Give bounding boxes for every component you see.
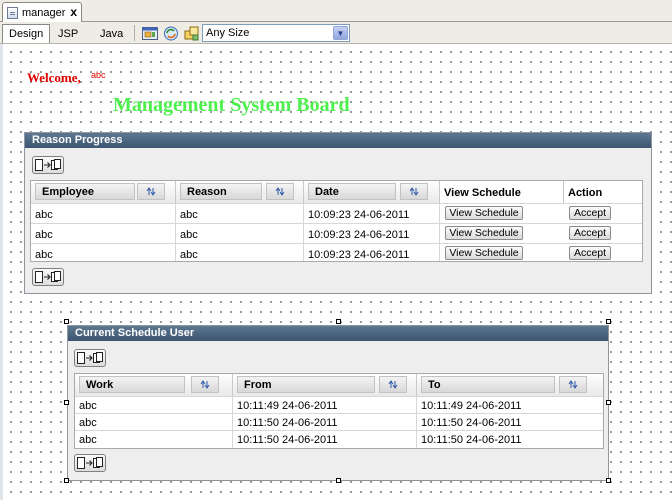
file-tab-manager[interactable]: manager x <box>2 2 82 22</box>
reason-progress-table: Employee Reason Date View Schedule Actio… <box>30 180 643 262</box>
sort-date-button[interactable] <box>400 183 428 200</box>
col-action: Action <box>568 187 603 199</box>
col-reason-label: Reason <box>180 183 262 200</box>
cell-from: 10:11:49 24-06-2011 <box>233 397 417 413</box>
cell-date: 10:09:23 24-06-2011 <box>304 204 440 223</box>
welcome-label: Welcome, <box>27 70 81 85</box>
user-name: abc <box>91 70 106 80</box>
cell-date: 10:09:23 24-06-2011 <box>304 244 440 261</box>
schedule-export-bottom-button[interactable] <box>74 454 106 472</box>
reason-progress-header: Reason Progress <box>25 133 651 148</box>
col-view-schedule: View Schedule <box>440 181 564 203</box>
reason-progress-panel: Reason Progress Employee Reason Date Vie… <box>24 132 652 294</box>
component-layout-icon[interactable] <box>184 26 200 41</box>
view-toolbar: Design JSP Java Any Size ▼ <box>0 22 672 44</box>
size-select[interactable]: Any Size ▼ <box>202 24 350 42</box>
accept-button[interactable]: Accept <box>569 206 611 220</box>
preview-browser-icon[interactable] <box>142 26 158 41</box>
current-schedule-header: Current Schedule User <box>68 326 608 341</box>
sort-arrows-icon <box>146 187 156 196</box>
page-title: Management System Board <box>113 94 350 116</box>
tab-jsp[interactable]: JSP <box>52 24 84 43</box>
cell-to: 10:11:50 24-06-2011 <box>421 417 522 429</box>
table-row: abc abc 10:09:23 24-06-2011 View Schedul… <box>31 203 642 223</box>
cell-reason: abc <box>176 204 304 223</box>
schedule-export-top-button[interactable] <box>74 349 106 367</box>
table-row: abc abc 10:09:23 24-06-2011 View Schedul… <box>31 223 642 243</box>
cell-work: abc <box>75 414 233 430</box>
cell-reason: abc <box>176 244 304 261</box>
col-employee-label: Employee <box>35 183 135 200</box>
sort-work-button[interactable] <box>191 376 219 393</box>
refresh-icon[interactable] <box>163 26 179 41</box>
cell-employee: abc <box>31 244 176 261</box>
export-table-icon <box>35 271 61 283</box>
selection-handle[interactable] <box>64 478 69 483</box>
view-schedule-button[interactable]: View Schedule <box>445 246 523 260</box>
cell-from: 10:11:50 24-06-2011 <box>233 431 417 448</box>
col-to[interactable]: To <box>417 374 603 396</box>
view-schedule-button[interactable]: View Schedule <box>445 226 523 240</box>
cell-employee: abc <box>31 224 176 243</box>
sort-reason-button[interactable] <box>266 183 294 200</box>
col-date-label: Date <box>308 183 396 200</box>
size-select-value: Any Size <box>206 27 250 39</box>
col-date[interactable]: Date <box>304 181 440 203</box>
reason-export-bottom-button[interactable] <box>32 268 64 286</box>
sort-arrows-icon <box>409 187 419 196</box>
col-reason[interactable]: Reason <box>176 181 304 203</box>
cell-reason: abc <box>176 224 304 243</box>
view-schedule-button[interactable]: View Schedule <box>445 206 523 220</box>
sort-arrows-icon <box>568 380 578 389</box>
sort-employee-button[interactable] <box>137 183 165 200</box>
selection-handle[interactable] <box>64 319 69 324</box>
selection-handle[interactable] <box>336 478 341 483</box>
cell-to: 10:11:49 24-06-2011 <box>421 400 522 412</box>
file-icon <box>7 6 18 19</box>
editor-tab-strip: manager x <box>0 0 672 22</box>
current-schedule-table: Work From To abc 10:11:49 24-06-2011 10:… <box>74 373 604 449</box>
cell-to: 10:11:50 24-06-2011 <box>421 434 522 446</box>
accept-button[interactable]: Accept <box>569 226 611 240</box>
col-work-label: Work <box>79 376 185 393</box>
table-row: abc 10:11:50 24-06-2011 10:11:50 24-06-2… <box>75 413 603 430</box>
cell-date: 10:09:23 24-06-2011 <box>304 224 440 243</box>
reason-export-top-button[interactable] <box>32 156 64 174</box>
cell-from: 10:11:50 24-06-2011 <box>233 414 417 430</box>
cell-work: abc <box>75 397 233 413</box>
selection-handle[interactable] <box>606 478 611 483</box>
table-row: abc 10:11:50 24-06-2011 10:11:50 24-06-2… <box>75 430 603 448</box>
col-to-label: To <box>421 376 555 393</box>
toolbar-separator <box>134 25 135 41</box>
sort-arrows-icon <box>388 380 398 389</box>
close-icon[interactable]: x <box>70 5 77 19</box>
cell-employee: abc <box>31 204 176 223</box>
tab-java[interactable]: Java <box>94 24 129 43</box>
export-table-icon <box>77 457 103 469</box>
chevron-down-icon[interactable]: ▼ <box>333 26 348 40</box>
sort-arrows-icon <box>275 187 285 196</box>
file-tab-label: manager <box>22 6 66 19</box>
table-row: abc abc 10:09:23 24-06-2011 View Schedul… <box>31 243 642 261</box>
tab-design[interactable]: Design <box>2 24 51 43</box>
selection-handle[interactable] <box>64 400 69 405</box>
sort-from-button[interactable] <box>379 376 407 393</box>
selection-handle[interactable] <box>336 319 341 324</box>
current-schedule-panel: Current Schedule User Work From To abc 1… <box>67 325 609 481</box>
table-row: abc 10:11:49 24-06-2011 10:11:49 24-06-2… <box>75 396 603 413</box>
selection-handle[interactable] <box>606 319 611 324</box>
cell-work: abc <box>75 431 233 448</box>
accept-button[interactable]: Accept <box>569 246 611 260</box>
design-canvas: Welcome, abc Management System Board Rea… <box>0 44 672 500</box>
col-work[interactable]: Work <box>75 374 233 396</box>
sort-arrows-icon <box>200 380 210 389</box>
col-from-label: From <box>237 376 375 393</box>
col-employee[interactable]: Employee <box>31 181 176 203</box>
sort-to-button[interactable] <box>559 376 587 393</box>
col-from[interactable]: From <box>233 374 417 396</box>
export-table-icon <box>77 352 103 364</box>
selection-handle[interactable] <box>606 400 611 405</box>
export-table-icon <box>35 159 61 171</box>
